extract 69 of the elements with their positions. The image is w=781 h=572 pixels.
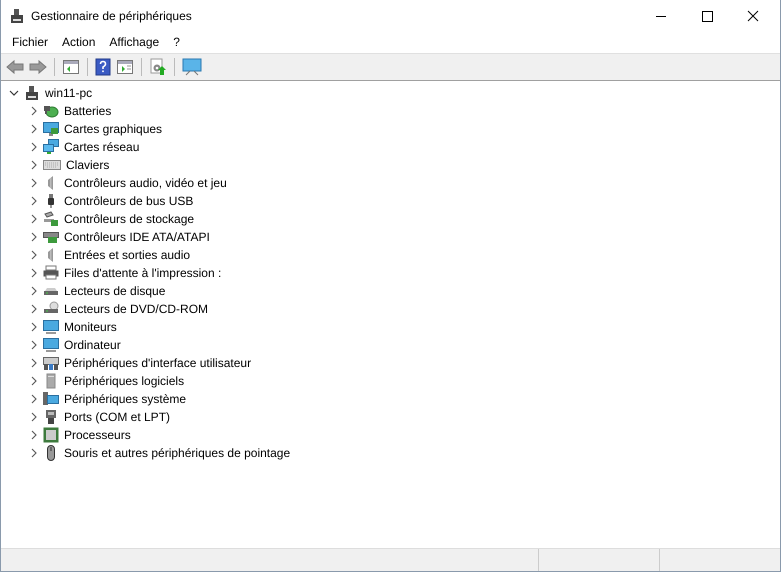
expand-chevron-icon[interactable]	[29, 430, 39, 440]
window-panel-icon[interactable]	[62, 59, 80, 75]
tree-item[interactable]: Contrôleurs de stockage	[64, 212, 194, 226]
tree-item[interactable]: Contrôleurs de bus USB	[64, 194, 194, 208]
computer-icon	[43, 391, 59, 407]
expand-chevron-icon[interactable]	[29, 412, 39, 422]
monitor-icon	[43, 319, 59, 335]
tree-item[interactable]: Processeurs	[64, 428, 131, 442]
device-manager-icon	[9, 8, 25, 24]
collapse-chevron-icon[interactable]	[9, 88, 19, 98]
storage-icon	[43, 211, 59, 227]
tree-item[interactable]: Périphériques logiciels	[64, 374, 184, 388]
back-arrow-icon[interactable]	[6, 59, 24, 75]
monitor-icon	[43, 337, 59, 353]
expand-chevron-icon[interactable]	[29, 322, 39, 332]
expand-chevron-icon[interactable]	[29, 106, 39, 116]
expand-chevron-icon[interactable]	[29, 214, 39, 224]
expand-chevron-icon[interactable]	[29, 142, 39, 152]
printer-icon	[43, 265, 59, 281]
expand-chevron-icon[interactable]	[29, 268, 39, 278]
chip-icon	[43, 427, 59, 443]
computer-icon	[24, 85, 40, 101]
battery-icon	[43, 103, 59, 119]
tree-item[interactable]: Souris et autres périphériques de pointage	[64, 446, 290, 460]
keyboard-icon	[43, 160, 61, 170]
tree-item[interactable]: Lecteurs de DVD/CD-ROM	[64, 302, 208, 316]
monitor-icon[interactable]	[182, 58, 202, 76]
window-title: Gestionnaire de périphériques	[31, 8, 192, 22]
window-panel-icon[interactable]	[116, 59, 134, 75]
gear-icon[interactable]	[149, 58, 167, 76]
expand-chevron-icon[interactable]	[29, 376, 39, 386]
menu-item[interactable]: Affichage	[102, 35, 166, 49]
expand-chevron-icon[interactable]	[29, 448, 39, 458]
port-icon	[43, 409, 59, 425]
monitor-icon	[43, 121, 59, 137]
expand-chevron-icon[interactable]	[29, 304, 39, 314]
tree-item[interactable]: win11-pc	[45, 86, 92, 100]
expand-chevron-icon[interactable]	[29, 160, 39, 170]
tree-item[interactable]: Files d'attente à l'impression :	[64, 266, 222, 280]
network-icon	[43, 139, 59, 155]
expand-chevron-icon[interactable]	[29, 232, 39, 242]
expand-chevron-icon[interactable]	[29, 358, 39, 368]
tree-item[interactable]: Batteries	[64, 104, 112, 118]
tree-item[interactable]: Contrôleurs IDE ATA/ATAPI	[64, 230, 210, 244]
tree-item[interactable]: Lecteurs de disque	[64, 284, 166, 298]
tree-item[interactable]: Périphériques système	[64, 392, 186, 406]
tree-item[interactable]: Ports (COM et LPT)	[64, 410, 170, 424]
forward-arrow-icon[interactable]	[29, 59, 47, 75]
keyboard-icon	[43, 355, 59, 371]
tree-item[interactable]: Claviers	[66, 158, 110, 172]
tree-item[interactable]: Cartes réseau	[64, 140, 140, 154]
expand-chevron-icon[interactable]	[29, 394, 39, 404]
expand-chevron-icon[interactable]	[29, 250, 39, 260]
expand-chevron-icon[interactable]	[29, 124, 39, 134]
tree-item[interactable]: Moniteurs	[64, 320, 117, 334]
expand-chevron-icon[interactable]	[29, 286, 39, 296]
expand-chevron-icon[interactable]	[29, 178, 39, 188]
menu-item[interactable]: Fichier	[5, 35, 56, 49]
tree-item[interactable]: Contrôleurs audio, vidéo et jeu	[64, 176, 227, 190]
help-icon[interactable]	[95, 58, 111, 76]
tree-item[interactable]: Ordinateur	[64, 338, 121, 352]
expand-chevron-icon[interactable]	[29, 196, 39, 206]
menu-item[interactable]: ?	[166, 35, 187, 49]
drive-icon	[43, 229, 59, 245]
expand-chevron-icon[interactable]	[29, 340, 39, 350]
tree-item[interactable]: Périphériques d'interface utilisateur	[64, 356, 252, 370]
tree-item[interactable]: Cartes graphiques	[64, 122, 162, 136]
tree-item[interactable]: Entrées et sorties audio	[64, 248, 190, 262]
menu-item[interactable]: Action	[55, 35, 102, 49]
